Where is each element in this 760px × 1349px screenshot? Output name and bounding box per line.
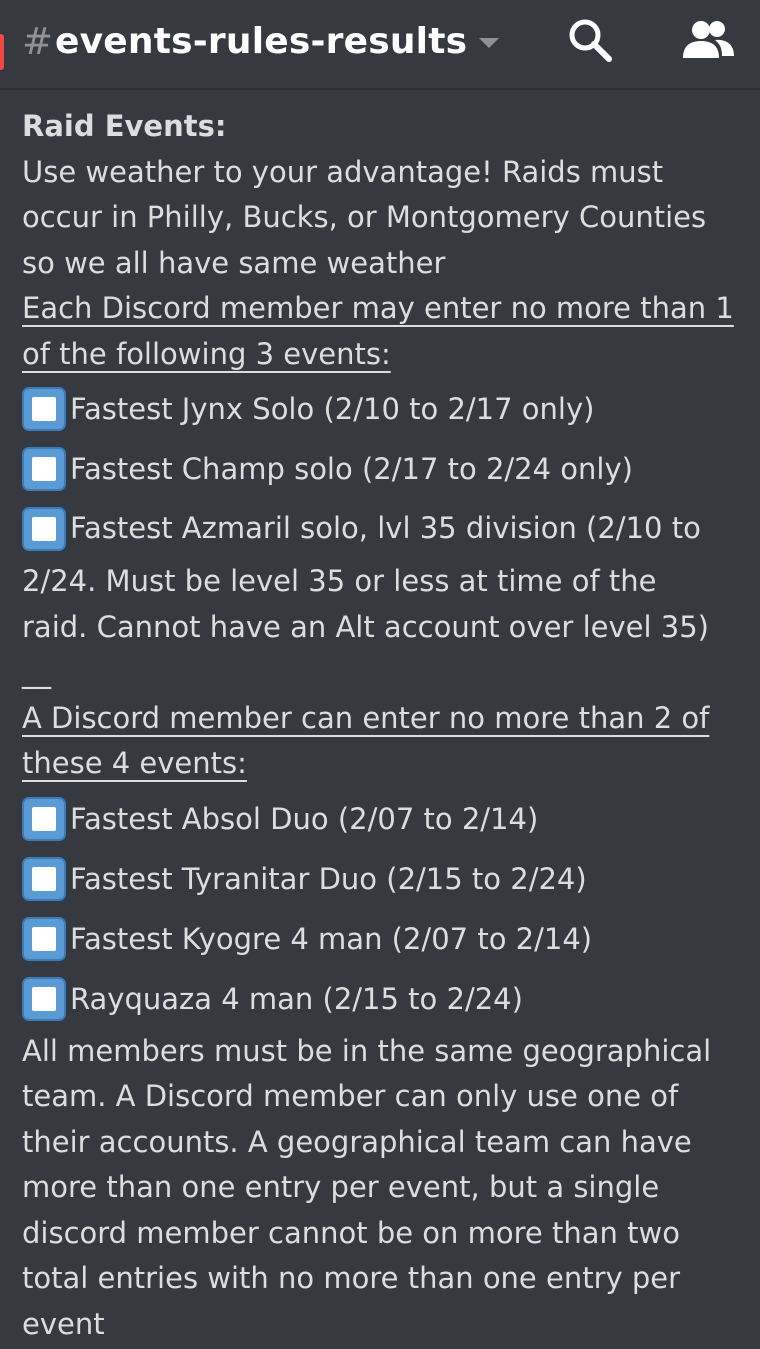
channel-name: events-rules-results bbox=[55, 20, 468, 62]
checkbox-emoji-icon bbox=[22, 916, 66, 961]
rule-heading: these 4 events: bbox=[22, 746, 247, 780]
rule-heading: of the following 3 events: bbox=[22, 336, 391, 371]
unread-indicator bbox=[0, 34, 4, 70]
message-content: Raid Events: Use weather to your advanta… bbox=[22, 104, 742, 1347]
closing-line: event bbox=[22, 1306, 105, 1341]
event-item: Fastest Tyranitar Duo (2/15 to 2/24) bbox=[22, 849, 742, 909]
intro-line: so we all have same weather bbox=[22, 245, 446, 280]
event-label: Fastest Jynx Solo (2/10 to 2/17 only) bbox=[70, 392, 595, 426]
event-label: Fastest Kyogre 4 man (2/07 to 2/14) bbox=[70, 921, 593, 956]
chevron-down-icon[interactable] bbox=[479, 38, 500, 48]
closing-line: more than one entry per event, but a sin… bbox=[22, 1170, 660, 1204]
rule-heading: A Discord member can enter no more than … bbox=[22, 700, 710, 735]
event-label: Fastest Azmaril solo, lvl 35 division (2… bbox=[70, 511, 701, 546]
members-icon[interactable] bbox=[680, 16, 736, 64]
intro-line: occur in Philly, Bucks, or Montgomery Co… bbox=[22, 200, 707, 234]
hash-icon: # bbox=[22, 19, 54, 63]
checkbox-emoji-icon bbox=[22, 976, 66, 1021]
closing-line: total entries with no more than one entr… bbox=[22, 1261, 681, 1295]
event-label-cont: raid. Cannot have an Alt account over le… bbox=[22, 609, 709, 644]
event-item: Rayquaza 4 man (2/15 to 2/24) bbox=[22, 969, 742, 1029]
checkbox-emoji-icon bbox=[22, 507, 66, 551]
message-title: Raid Events: bbox=[22, 109, 227, 143]
closing-line: their accounts. A geographical team can … bbox=[22, 1124, 692, 1159]
search-icon[interactable] bbox=[566, 16, 614, 64]
event-label: Rayquaza 4 man (2/15 to 2/24) bbox=[70, 981, 523, 1016]
event-label: Fastest Champ solo (2/17 to 2/24 only) bbox=[70, 452, 633, 486]
event-item: Fastest Absol Duo (2/07 to 2/14) bbox=[22, 789, 742, 849]
event-label: Fastest Tyranitar Duo (2/15 to 2/24) bbox=[70, 861, 587, 896]
checkbox-emoji-icon bbox=[22, 447, 66, 491]
event-item: Fastest Kyogre 4 man (2/07 to 2/14) bbox=[22, 909, 742, 969]
checkbox-emoji-icon bbox=[22, 796, 66, 841]
event-item: Fastest Azmaril solo, lvl 35 division (2… bbox=[22, 499, 742, 650]
closing-line: team. A Discord member can only use one … bbox=[22, 1079, 679, 1113]
closing-line: discord member cannot be on more than tw… bbox=[22, 1215, 680, 1250]
rule-heading: Each Discord member may enter no more th… bbox=[22, 291, 734, 325]
event-item: Fastest Jynx Solo (2/10 to 2/17 only) bbox=[22, 379, 742, 439]
event-label: Fastest Absol Duo (2/07 to 2/14) bbox=[70, 801, 539, 836]
intro-line: Use weather to your advantage! Raids mus… bbox=[22, 154, 664, 189]
checkbox-emoji-icon bbox=[22, 387, 66, 431]
channel-title[interactable]: # events-rules-results bbox=[22, 14, 500, 68]
separator: __ bbox=[22, 655, 51, 689]
closing-line: All members must be in the same geograph… bbox=[22, 1033, 712, 1068]
event-item: Fastest Champ solo (2/17 to 2/24 only) bbox=[22, 439, 742, 499]
checkbox-emoji-icon bbox=[22, 856, 66, 901]
channel-header: # events-rules-results bbox=[0, 0, 760, 90]
event-label-cont: 2/24. Must be level 35 or less at time o… bbox=[22, 564, 657, 598]
